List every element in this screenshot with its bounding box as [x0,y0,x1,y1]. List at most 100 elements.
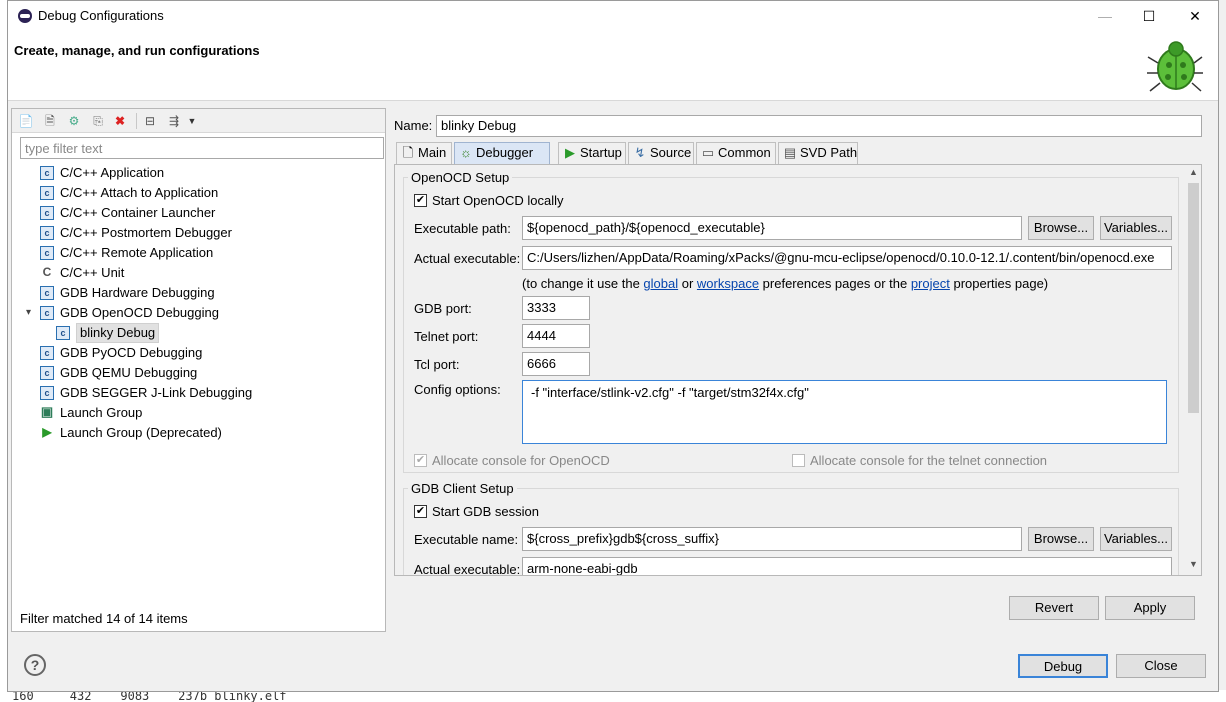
openocd-actual-value: C:/Users/lizhen/AppData/Roaming/xPacks/@… [522,246,1172,270]
config-options-label: Config options: [414,382,501,397]
duplicate-icon[interactable]: ⎘ [90,113,106,129]
tree-item-label: GDB SEGGER J-Link Debugging [60,385,253,400]
config-tabs: 🗋 Main ☼ Debugger ▶ Startup ↯ Source ▭ Common… [394,142,1202,164]
tree-item-label: C/C++ Container Launcher [60,205,216,220]
new-prototype-icon[interactable]: 🗎 [42,113,58,129]
openocd-setup-group: OpenOCD Setup ✔ Start OpenOCD locally Ex… [403,170,1179,473]
chevron-down-icon[interactable]: ▾ [26,303,31,323]
tab-source[interactable]: ↯ Source [628,142,694,164]
debug-configurations-dialog: Debug Configurations — ☐ ✕ Create, manag… [7,0,1219,692]
tree-item-label: C/C++ Attach to Application [60,185,219,200]
tree-item-label: GDB Hardware Debugging [60,285,215,300]
openocd-hint: (to change it use the global or workspac… [522,276,1049,291]
c-icon: c [40,346,54,360]
telnet-port-input[interactable]: 4444 [522,324,590,348]
common-icon: ▭ [701,145,715,160]
content-scrollbar[interactable]: ▲ ▼ [1185,165,1201,575]
c-icon: c [40,186,54,200]
gdb-browse-button[interactable]: Browse... [1028,527,1094,551]
openocd-browse-button[interactable]: Browse... [1028,216,1094,240]
export-icon[interactable]: ⚙ [66,113,82,129]
c-icon: c [56,326,70,340]
alloc-console-openocd-label: Allocate console for OpenOCD [432,453,610,468]
start-gdb-checkbox[interactable]: ✔ [414,505,427,518]
tree-item-label: blinky Debug [76,323,160,343]
alloc-console-openocd-checkbox[interactable]: ✔ [414,454,427,467]
title-bar[interactable]: Debug Configurations — ☐ ✕ [8,1,1218,31]
tree-item-label: C/C++ Remote Application [60,245,214,260]
debugger-tab-content: OpenOCD Setup ✔ Start OpenOCD locally Ex… [394,164,1202,576]
c-icon: c [40,246,54,260]
tab-main[interactable]: 🗋 Main [396,142,452,164]
gdb-variables-button[interactable]: Variables... [1100,527,1172,551]
tree-item-label: GDB PyOCD Debugging [60,345,203,360]
config-options-textarea[interactable]: -f "interface/stlink-v2.cfg" -f "target/… [522,380,1167,444]
collapse-all-icon[interactable]: ⊟ [142,113,158,129]
launch-group-icon: ▣ [40,404,54,419]
gdb-exec-label: Executable name: [414,532,519,547]
alloc-console-telnet-checkbox[interactable] [792,454,805,467]
gdb-exec-input[interactable]: ${cross_prefix}gdb${cross_suffix} [522,527,1022,551]
debugger-icon: ☼ [460,145,472,160]
telnet-port-label: Telnet port: [414,329,479,344]
gdb-port-label: GDB port: [414,301,472,316]
global-link[interactable]: global [643,276,678,291]
revert-button[interactable]: Revert [1009,596,1099,620]
source-icon: ↯ [634,145,646,160]
c-icon: c [40,286,54,300]
tcl-port-label: Tcl port: [414,357,460,372]
tab-svd-path[interactable]: ▤ SVD Path [778,142,858,164]
eclipse-icon [18,9,32,23]
c-icon: c [40,226,54,240]
header-description: Create, manage, and run configurations [14,43,260,58]
tcl-port-input[interactable]: 6666 [522,352,590,376]
tree-toolbar: 📄 🗎 ⚙ ⎘ ✖ ⊟ ⇶ ▼ [12,109,385,133]
start-gdb-label: Start GDB session [432,504,539,519]
configuration-tree-panel: 📄 🗎 ⚙ ⎘ ✖ ⊟ ⇶ ▼ c C/C++ Application c C/C++… [11,108,386,632]
new-config-icon[interactable]: 📄 [18,113,34,129]
bug-icon [1147,41,1203,92]
name-input[interactable]: blinky Debug [436,115,1202,137]
start-openocd-checkbox[interactable]: ✔ [414,194,427,207]
c-icon: c [40,386,54,400]
tab-startup[interactable]: ▶ Startup [558,142,626,164]
maximize-button[interactable]: ☐ [1126,1,1172,31]
filter-icon[interactable]: ⇶ [166,113,182,129]
apply-button[interactable]: Apply [1105,596,1195,620]
c-icon: c [40,166,54,180]
alloc-console-telnet-label: Allocate console for the telnet connecti… [810,453,1048,468]
toolbar-separator [136,113,137,129]
delete-icon[interactable]: ✖ [112,113,128,129]
tree-item-label: Launch Group (Deprecated) [60,425,222,440]
scroll-up-icon[interactable]: ▲ [1189,167,1198,177]
start-openocd-label: Start OpenOCD locally [432,193,564,208]
debug-button[interactable]: Debug [1018,654,1108,678]
workspace-link[interactable]: workspace [697,276,759,291]
gdb-port-input[interactable]: 3333 [522,296,590,320]
startup-icon: ▶ [565,145,575,160]
c-icon: c [40,306,54,320]
help-icon[interactable]: ? [24,654,46,676]
close-window-button[interactable]: ✕ [1172,1,1218,31]
openocd-exec-input[interactable]: ${openocd_path}/${openocd_executable} [522,216,1022,240]
filter-status: Filter matched 14 of 14 items [20,611,188,626]
gdb-group-title: GDB Client Setup [408,481,517,496]
cu-icon: C [42,265,52,279]
openocd-actual-label: Actual executable: [414,251,521,266]
view-menu-icon[interactable]: ▼ [184,113,200,129]
c-icon: c [40,206,54,220]
project-link[interactable]: project [911,276,950,291]
tab-debugger[interactable]: ☼ Debugger [454,142,550,164]
close-button[interactable]: Close [1116,654,1206,678]
gdb-actual-value: arm-none-eabi-gdb [522,557,1172,575]
main-icon: 🗋 [402,145,414,160]
minimize-button[interactable]: — [1082,1,1128,31]
tab-common[interactable]: ▭ Common [696,142,776,164]
scroll-down-icon[interactable]: ▼ [1189,559,1198,569]
filter-input[interactable] [20,137,384,159]
background-right [1218,0,1226,702]
tree-item-label: Launch Group [60,405,143,420]
scrollbar-thumb[interactable] [1188,183,1199,413]
openocd-variables-button[interactable]: Variables... [1100,216,1172,240]
name-label: Name: [394,118,433,133]
